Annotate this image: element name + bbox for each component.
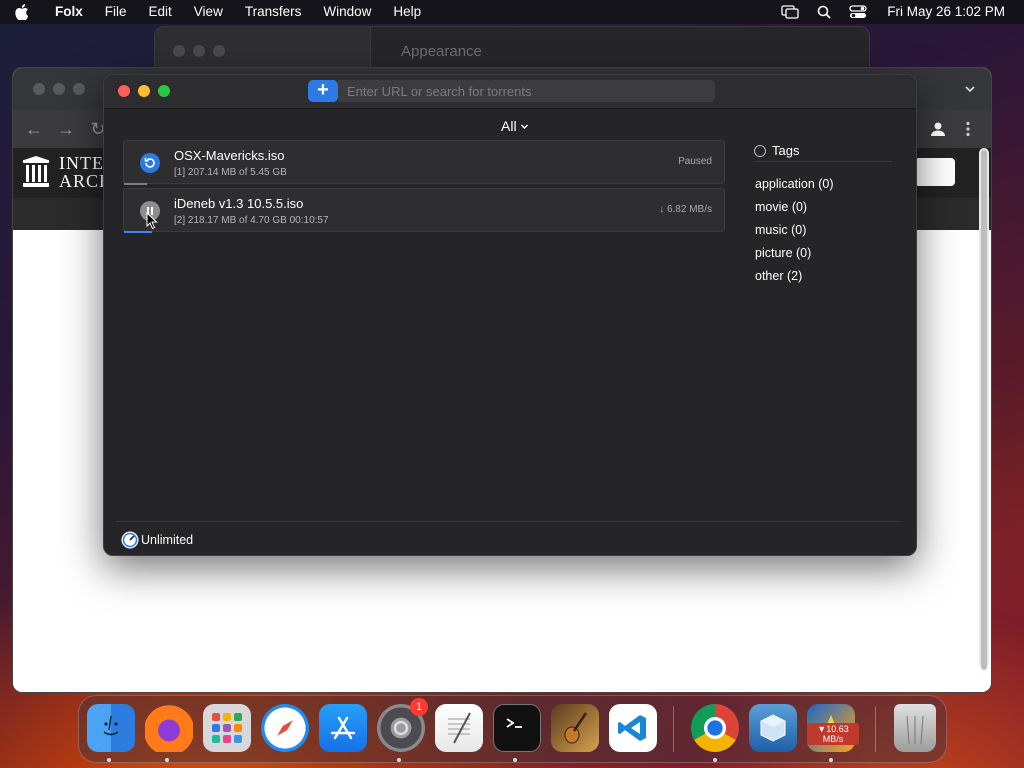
menu-app-name[interactable]: Folx <box>44 0 94 24</box>
tab-dropdown-chevron-icon[interactable] <box>963 82 977 96</box>
speed-limit-control[interactable]: Unlimited <box>121 531 193 549</box>
app-store-icon[interactable] <box>319 704 367 752</box>
tag-item-music[interactable]: music (0) <box>755 219 834 242</box>
running-indicator <box>397 758 401 762</box>
footer-divider <box>116 521 901 522</box>
url-search-input[interactable] <box>338 80 715 102</box>
terminal-icon[interactable] <box>493 704 541 752</box>
finder-icon[interactable] <box>87 704 135 752</box>
minimize-window-button[interactable] <box>138 85 150 97</box>
menu-file[interactable]: File <box>94 0 138 24</box>
filter-dropdown[interactable]: All <box>501 118 529 134</box>
torrent-row[interactable]: iDeneb v1.3 10.5.5.iso [2] 218.17 MB of … <box>123 188 725 233</box>
resume-icon[interactable] <box>140 153 160 173</box>
settings-window-title: Appearance <box>401 43 482 60</box>
torrent-size-info: [2] 218.17 MB of 4.70 GB 00:10:57 <box>174 215 329 226</box>
browser-scrollbar[interactable] <box>979 148 989 670</box>
maximize-window-button[interactable] <box>158 85 170 97</box>
launchpad-icon[interactable] <box>203 704 251 752</box>
tag-item-other[interactable]: other (2) <box>755 265 834 288</box>
control-center-icon[interactable] <box>841 0 875 24</box>
inactive-traffic-lights <box>33 83 85 95</box>
dock: 1 ▼10.63 MB/s <box>78 695 947 763</box>
tags-title: Tags <box>772 143 800 158</box>
torrent-row[interactable]: OSX-Mavericks.iso [1] 207.14 MB of 5.45 … <box>123 140 725 185</box>
menu-bar: Folx File Edit View Transfers Window Hel… <box>0 0 1024 24</box>
tag-circle-icon <box>754 144 766 157</box>
torrent-size-info: [1] 207.14 MB of 5.45 GB <box>174 167 287 178</box>
filter-label: All <box>501 118 517 134</box>
chevron-down-icon <box>520 124 528 129</box>
chrome-icon[interactable] <box>691 704 739 752</box>
menu-transfers[interactable]: Transfers <box>234 0 313 24</box>
spotlight-search-icon[interactable] <box>807 0 841 24</box>
menu-edit[interactable]: Edit <box>138 0 183 24</box>
apple-menu-icon[interactable] <box>0 0 44 24</box>
vscode-icon[interactable] <box>609 704 657 752</box>
speed-limit-label: Unlimited <box>141 533 194 547</box>
folx-main-window: + All OSX-Mavericks.iso [1] 207.14 MB of… <box>103 74 917 556</box>
menu-clock[interactable]: Fri May 26 1:02 PM <box>875 0 1024 24</box>
dock-separator <box>875 706 876 752</box>
archive-search-box[interactable] <box>915 158 955 186</box>
textedit-icon[interactable] <box>435 704 483 752</box>
tags-header[interactable]: Tags <box>754 143 799 158</box>
safari-icon[interactable] <box>261 704 309 752</box>
virtualbox-icon[interactable] <box>749 704 797 752</box>
torrent-progress-bar <box>124 183 147 185</box>
close-window-button[interactable] <box>118 85 130 97</box>
tag-item-application[interactable]: application (0) <box>755 173 834 196</box>
internet-archive-logo-icon[interactable] <box>23 156 49 188</box>
menu-view[interactable]: View <box>183 0 234 24</box>
torrent-status: Paused <box>678 156 712 167</box>
running-indicator <box>513 758 517 762</box>
folx-title-bar: + <box>104 75 916 109</box>
browser-menu-kebab-icon[interactable] <box>959 120 977 138</box>
screen-mirroring-icon[interactable] <box>773 0 807 24</box>
tag-list: application (0) movie (0) music (0) pict… <box>755 173 834 288</box>
running-indicator <box>165 758 169 762</box>
forward-arrow-icon[interactable]: → <box>57 120 75 138</box>
torrent-progress-bar <box>124 231 152 233</box>
running-indicator <box>713 758 717 762</box>
running-indicator <box>107 758 111 762</box>
inactive-traffic-lights <box>173 45 225 57</box>
running-indicator <box>829 758 833 762</box>
speedometer-icon <box>121 531 139 549</box>
tags-divider <box>754 161 892 162</box>
tag-item-picture[interactable]: picture (0) <box>755 242 834 265</box>
torrent-name: OSX-Mavericks.iso <box>174 148 285 163</box>
menu-help[interactable]: Help <box>382 0 432 24</box>
notification-badge: 1 <box>410 698 428 716</box>
tag-item-movie[interactable]: movie (0) <box>755 196 834 219</box>
dock-separator <box>673 706 674 752</box>
traffic-lights <box>118 85 170 97</box>
add-download-button[interactable]: + <box>308 80 338 102</box>
firefox-icon[interactable] <box>145 704 193 752</box>
back-arrow-icon[interactable]: ← <box>25 120 43 138</box>
mouse-cursor-icon <box>146 212 158 230</box>
trash-icon[interactable] <box>894 704 936 752</box>
menu-window[interactable]: Window <box>312 0 382 24</box>
torrent-name: iDeneb v1.3 10.5.5.iso <box>174 196 304 211</box>
profile-icon[interactable] <box>929 120 947 138</box>
folx-dock-speed-badge: ▼10.63 MB/s <box>807 723 859 745</box>
torrent-download-speed: ↓ 6.82 MB/s <box>659 204 712 215</box>
garageband-icon[interactable] <box>551 704 599 752</box>
